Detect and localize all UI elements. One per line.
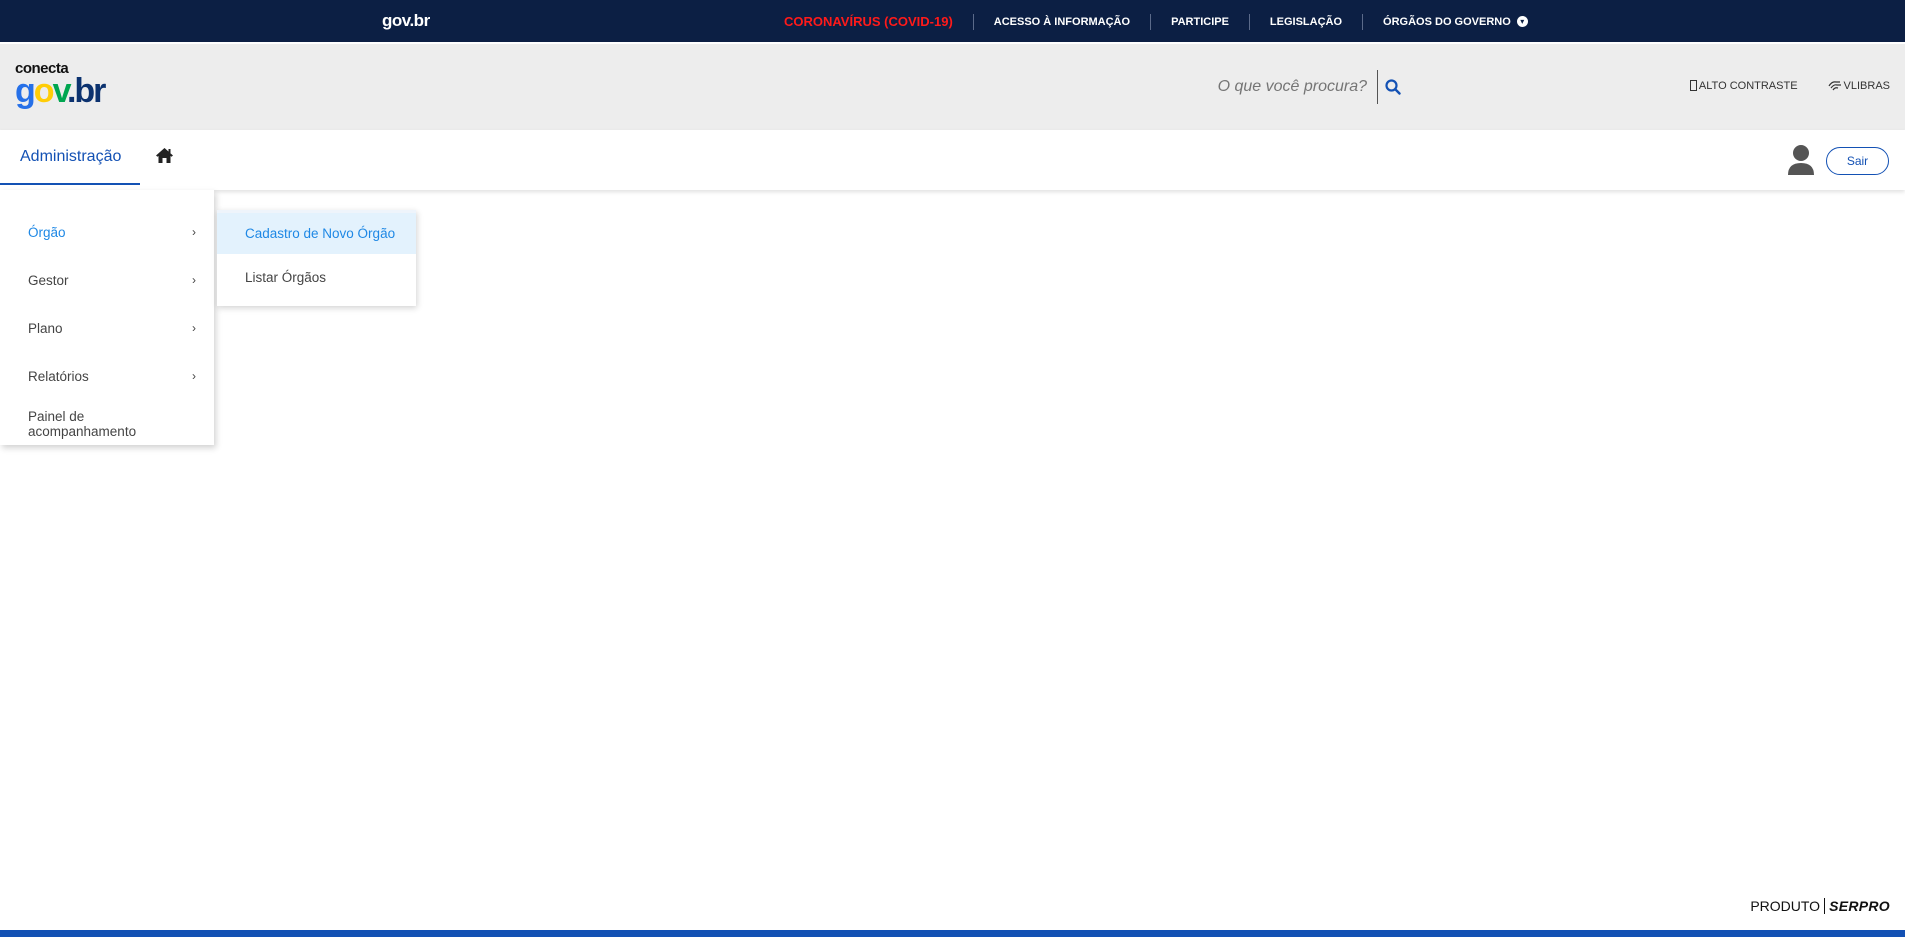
vlibras-label: VLIBRAS	[1843, 79, 1890, 92]
chevron-right-icon: ›	[192, 225, 196, 239]
menu-item-painel-acompanhamento[interactable]: Painel de acompanhamento	[0, 400, 214, 448]
user-icon	[1788, 145, 1814, 175]
search-button[interactable]	[1378, 70, 1408, 104]
gov-top-bar: gov.br CORONAVÍRUS (COVID-19) ACESSO À I…	[0, 0, 1905, 43]
menu-item-label: Órgão	[28, 224, 66, 240]
chevron-down-icon: ▾	[1516, 16, 1528, 27]
tab-administracao[interactable]: Administração	[0, 130, 140, 185]
vlibras-button[interactable]: VLIBRAS	[1828, 79, 1890, 92]
home-button[interactable]	[155, 147, 175, 167]
hand-sign-icon	[1828, 81, 1841, 91]
main-navbar: Administração Sair	[0, 130, 1905, 190]
link-coronavirus[interactable]: CORONAVÍRUS (COVID-19)	[774, 13, 974, 30]
submenu-item-cadastro-novo-orgao[interactable]: Cadastro de Novo Órgão	[217, 213, 416, 254]
high-contrast-label: ALTO CONTRASTE	[1698, 79, 1798, 92]
site-header: conecta gov.br ALTO CONTRASTE VLIBRAS	[0, 44, 1905, 130]
accessibility-tools: ALTO CONTRASTE VLIBRAS	[1689, 79, 1890, 92]
menu-item-orgao[interactable]: Órgão ›	[0, 208, 214, 256]
orgao-submenu: Cadastro de Novo Órgão Listar Órgãos	[217, 210, 416, 306]
link-acesso-informacao[interactable]: ACESSO À INFORMAÇÃO	[974, 13, 1152, 30]
menu-item-plano[interactable]: Plano ›	[0, 304, 214, 352]
gov-links: CORONAVÍRUS (COVID-19) ACESSO À INFORMAÇ…	[774, 0, 1548, 43]
menu-item-label: Gestor	[28, 272, 69, 288]
home-icon	[156, 148, 173, 163]
logout-button[interactable]: Sair	[1826, 147, 1889, 175]
chevron-right-icon: ›	[192, 273, 196, 287]
footer-product-label: PRODUTO	[1750, 898, 1821, 914]
menu-item-label: Painel de acompanhamento	[28, 409, 137, 439]
search-input[interactable]	[1178, 70, 1378, 104]
menu-item-label: Plano	[28, 320, 63, 336]
link-orgaos-governo[interactable]: ÓRGÃOS DO GOVERNO ▾	[1363, 14, 1548, 30]
menu-item-gestor[interactable]: Gestor ›	[0, 256, 214, 304]
footer-brand: PRODUTO SERPRO	[1750, 898, 1890, 914]
bottom-accent-bar	[0, 930, 1905, 937]
high-contrast-button[interactable]: ALTO CONTRASTE	[1689, 79, 1798, 92]
chevron-right-icon: ›	[192, 369, 196, 383]
search-icon	[1385, 79, 1401, 95]
user-avatar[interactable]	[1786, 144, 1816, 176]
footer-divider	[1824, 898, 1826, 914]
link-legislacao[interactable]: LEGISLAÇÃO	[1250, 13, 1364, 30]
menu-item-relatorios[interactable]: Relatórios ›	[0, 352, 214, 400]
menu-item-label: Relatórios	[28, 368, 89, 384]
link-orgaos-governo-label: ÓRGÃOS DO GOVERNO	[1383, 15, 1511, 28]
conecta-govbr-logo[interactable]: conecta gov.br	[15, 60, 125, 120]
contrast-icon	[1689, 80, 1697, 91]
chevron-right-icon: ›	[192, 321, 196, 335]
brand-main-text: gov.br	[15, 72, 106, 110]
submenu-item-listar-orgaos[interactable]: Listar Órgãos	[217, 254, 416, 300]
govbr-logo[interactable]: gov.br	[382, 11, 430, 31]
serpro-logo: SERPRO	[1829, 898, 1890, 914]
link-participe[interactable]: PARTICIPE	[1151, 13, 1250, 30]
admin-dropdown-menu: Órgão › Gestor › Plano › Relatórios › Pa…	[0, 190, 214, 445]
search-box	[1178, 70, 1408, 104]
